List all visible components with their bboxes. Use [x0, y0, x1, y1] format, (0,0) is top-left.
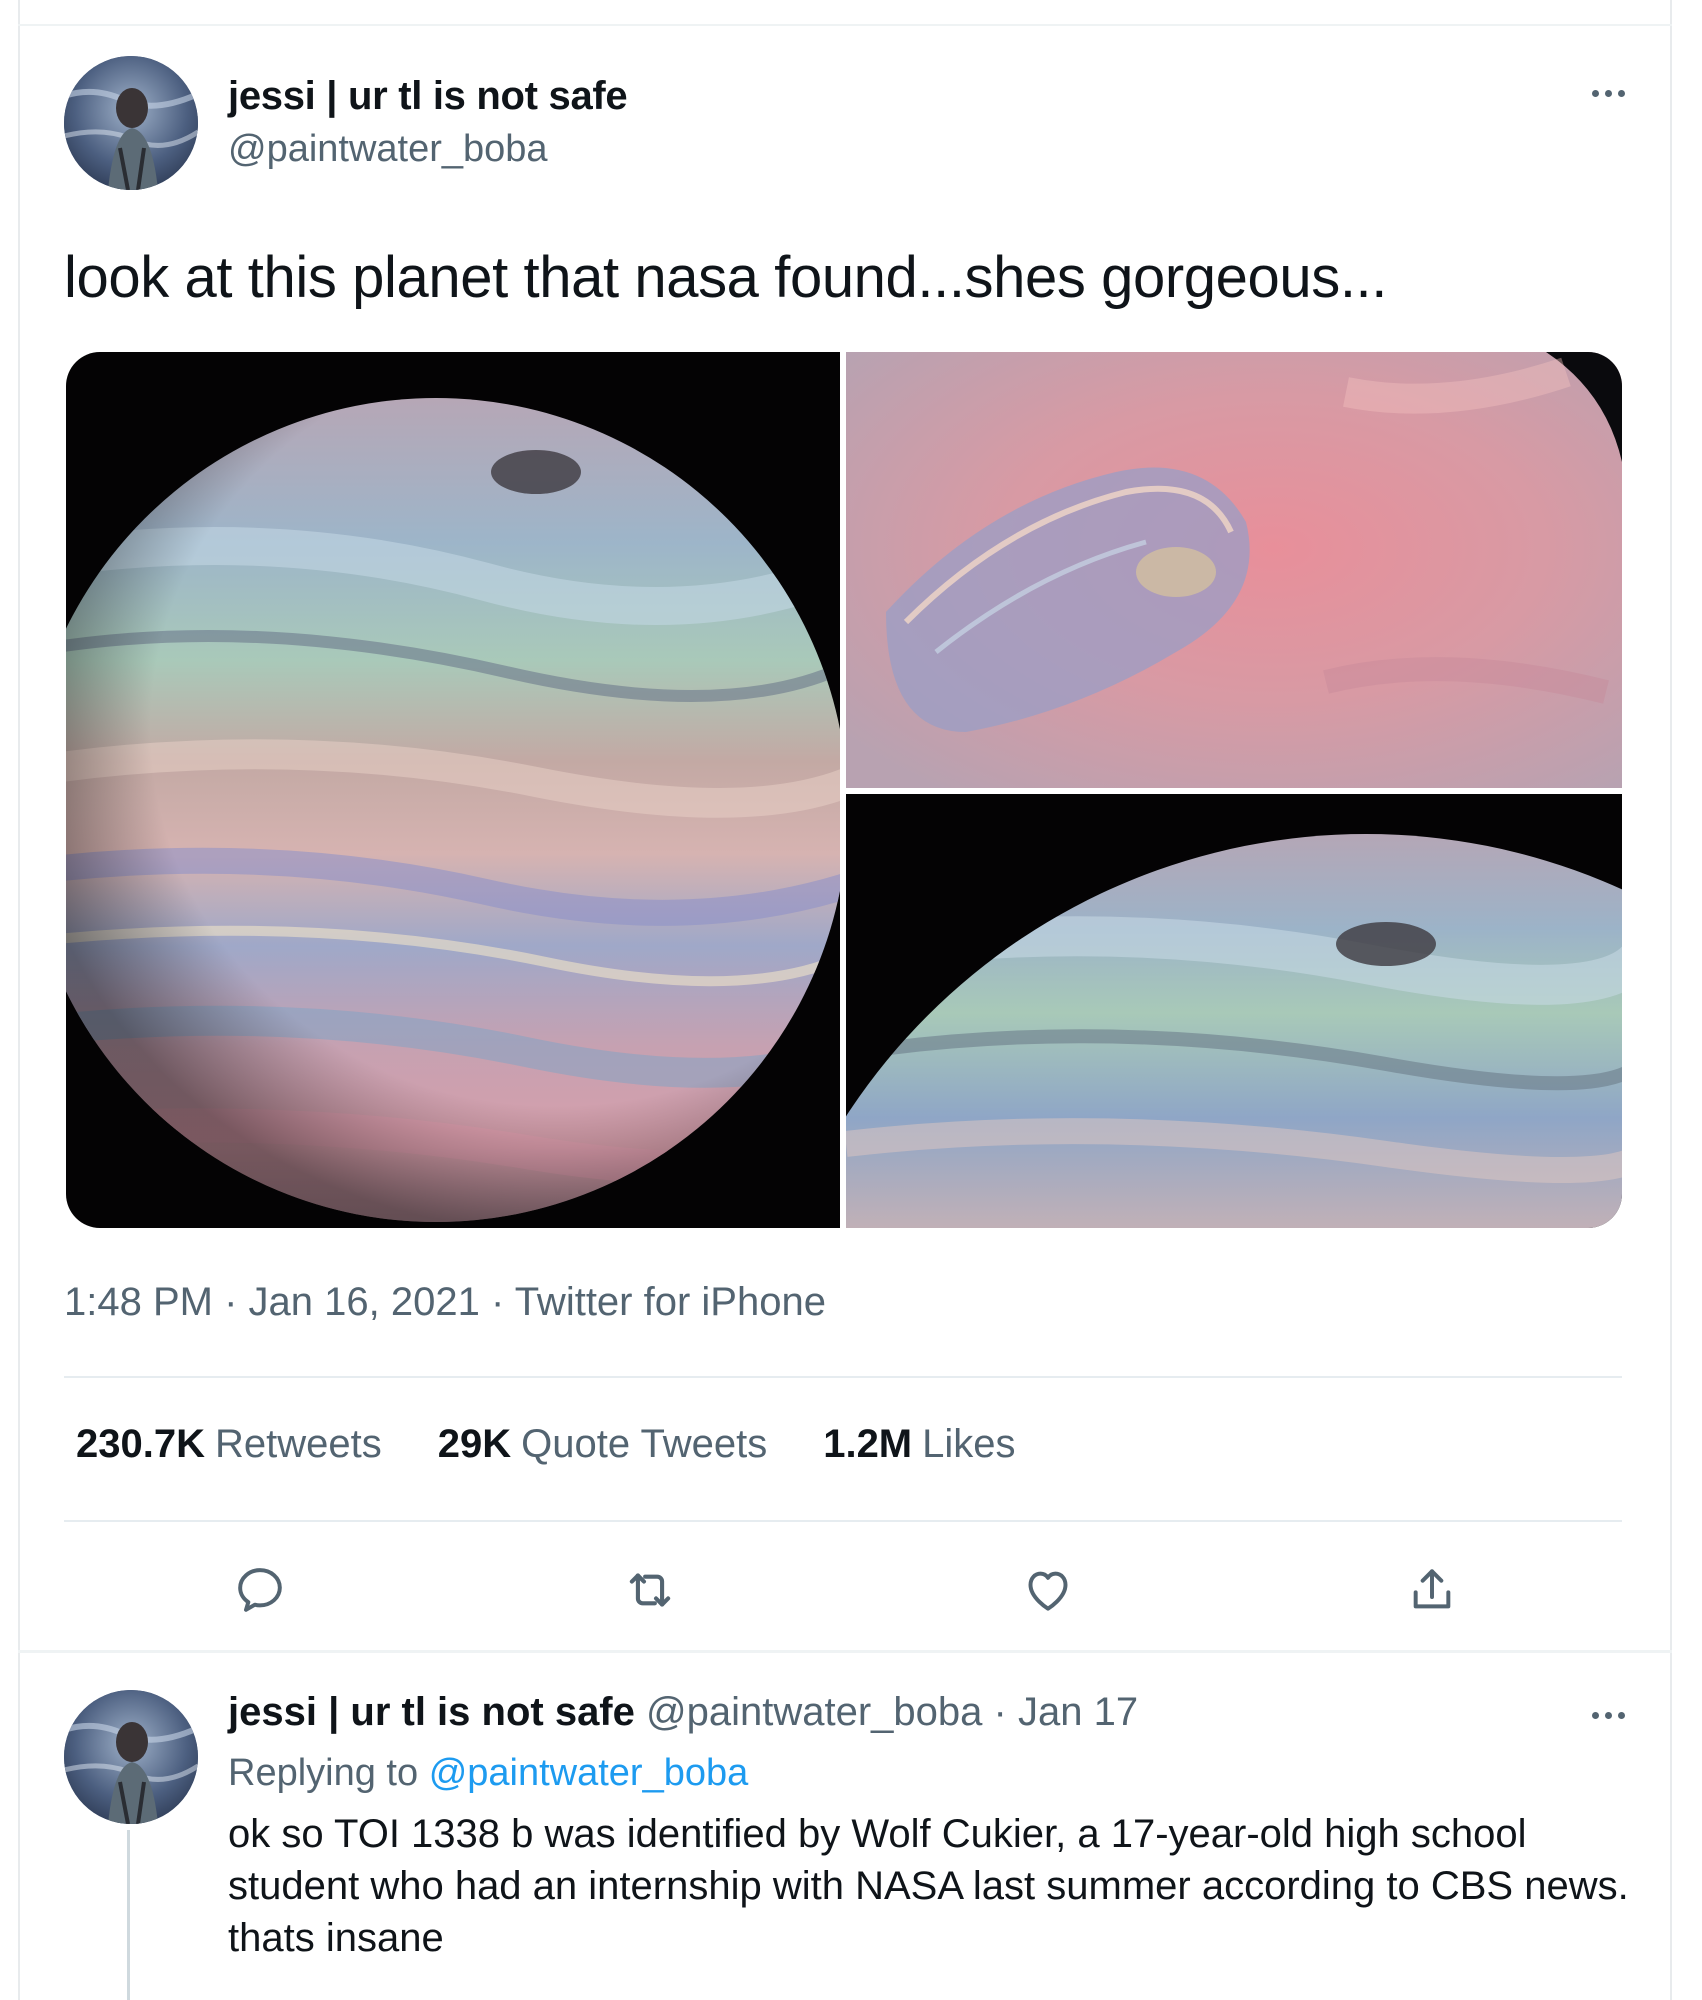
heart-icon[interactable]: [1018, 1560, 1078, 1620]
meta-separator: ·: [993, 1690, 1007, 1734]
author-name[interactable]: jessi | ur tl is not safe: [228, 74, 628, 119]
author-handle[interactable]: @paintwater_boba: [228, 128, 548, 171]
meta-separator: ·: [490, 1280, 505, 1324]
reply-date[interactable]: Jan 17: [1018, 1690, 1138, 1734]
reply-text: ok so TOI 1338 b was identified by Wolf …: [228, 1812, 1629, 1960]
reply-header: jessi | ur tl is not safe @paintwater_bo…: [228, 1690, 1138, 1735]
quotes-stat[interactable]: 29K Quote Tweets: [438, 1422, 767, 1467]
section-divider: [18, 1650, 1672, 1653]
divider: [64, 1520, 1622, 1522]
more-horizontal-icon[interactable]: [1578, 1700, 1638, 1730]
reply-author-name[interactable]: jessi | ur tl is not safe: [228, 1690, 635, 1734]
share-icon[interactable]: [1402, 1560, 1462, 1620]
quotes-label: Quote Tweets: [521, 1422, 768, 1466]
retweets-stat[interactable]: 230.7K Retweets: [76, 1422, 382, 1467]
meta-separator: ·: [224, 1280, 238, 1324]
quotes-count: 29K: [437, 1422, 512, 1466]
planet-image-3[interactable]: [846, 794, 1622, 1228]
tweet-source[interactable]: Twitter for iPhone: [515, 1280, 826, 1324]
thread-line: [127, 1830, 130, 2000]
divider: [64, 1376, 1622, 1378]
reply-icon[interactable]: [230, 1560, 290, 1620]
likes-stat[interactable]: 1.2M Likes: [823, 1422, 1015, 1467]
tweet-date[interactable]: Jan 16, 2021: [249, 1280, 480, 1324]
planet-image-2[interactable]: [846, 352, 1622, 788]
replying-handle-link[interactable]: @paintwater_boba: [429, 1752, 749, 1794]
reply-author-handle[interactable]: @paintwater_boba: [646, 1690, 982, 1734]
avatar[interactable]: [64, 56, 198, 190]
likes-label: Likes: [922, 1422, 1016, 1466]
retweet-icon[interactable]: [620, 1560, 680, 1620]
replying-to: Replying to @paintwater_boba: [228, 1752, 748, 1795]
more-horizontal-icon[interactable]: [1578, 78, 1638, 108]
tweet-time[interactable]: 1:48 PM: [64, 1280, 213, 1324]
replying-prefix: Replying to: [228, 1752, 419, 1794]
tweet-stats: 230.7K Retweets 29K Quote Tweets 1.2M Likes: [76, 1422, 1016, 1467]
media-grid: [66, 352, 1622, 1228]
tweet-meta: 1:48 PM · Jan 16, 2021 · Twitter for iPh…: [64, 1280, 826, 1325]
avatar[interactable]: [64, 1690, 198, 1824]
tweet-text: look at this planet that nasa found...sh…: [64, 245, 1387, 310]
likes-count: 1.2M: [823, 1422, 913, 1466]
planet-image-1[interactable]: [66, 352, 840, 1228]
retweets-label: Retweets: [214, 1422, 382, 1466]
top-divider: [18, 24, 1672, 26]
retweets-count: 230.7K: [76, 1422, 205, 1466]
